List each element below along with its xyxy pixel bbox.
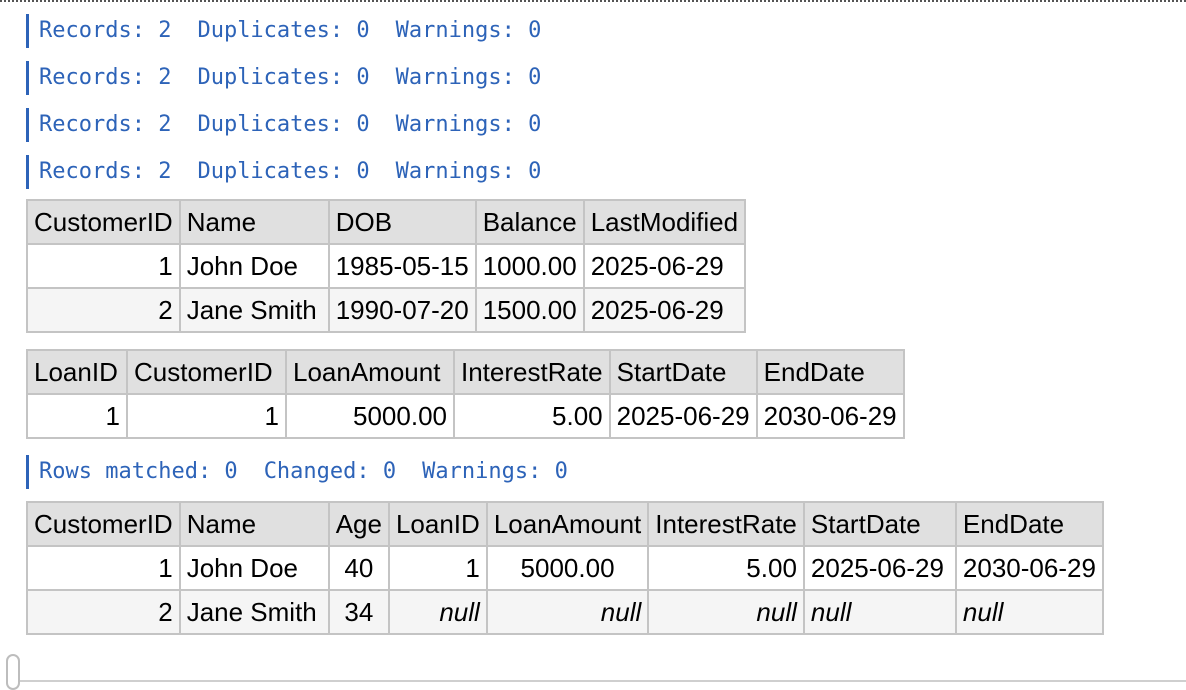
table-cell: null [802, 589, 957, 635]
table-cell: Jane Smith [178, 589, 330, 635]
table-cell: John Doe [178, 243, 330, 289]
changed-count: Changed: 0 [263, 459, 397, 484]
table-cell: 1 [26, 393, 128, 439]
duplicates-count: Duplicates: 0 [197, 112, 370, 137]
column-header: LastModified [582, 199, 747, 245]
resize-handle[interactable] [6, 654, 20, 690]
column-header: CustomerID [26, 501, 181, 547]
table-cell: null [485, 589, 650, 635]
warnings-count: Warnings: 0 [422, 459, 568, 484]
table-cell: 1 [126, 393, 287, 439]
status-message: Records: 2 Duplicates: 0 Warnings: 0 [26, 108, 1186, 142]
table-row: 1 John Doe 1985-05-15 1000.00 2025-06-29 [26, 243, 747, 289]
table-header-row: CustomerID Name DOB Balance LastModified [26, 199, 747, 245]
rows-matched-count: Rows matched: 0 [39, 459, 238, 484]
column-header: Name [178, 501, 330, 547]
table-cell: 1 [26, 545, 181, 591]
table-cell: 1990-07-20 [327, 287, 477, 333]
duplicates-count: Duplicates: 0 [197, 18, 370, 43]
table-header-row: LoanID CustomerID LoanAmount InterestRat… [26, 349, 905, 395]
records-count: Records: 2 [39, 65, 172, 90]
table-header-row: CustomerID Name Age LoanID LoanAmount In… [26, 501, 1104, 547]
table-row: 2 Jane Smith 1990-07-20 1500.00 2025-06-… [26, 287, 747, 333]
table-cell: Jane Smith [178, 287, 330, 333]
column-header: Balance [474, 199, 585, 245]
column-header: EndDate [954, 501, 1104, 547]
table-cell: 1500.00 [474, 287, 585, 333]
table-cell: John Doe [178, 545, 330, 591]
table-cell: 1985-05-15 [327, 243, 477, 289]
warnings-count: Warnings: 0 [395, 18, 542, 43]
table-cell: 5000.00 [485, 545, 650, 591]
table-cell: 1000.00 [474, 243, 585, 289]
column-header: Name [178, 199, 330, 245]
column-header: Age [327, 501, 390, 547]
column-header: LoanID [26, 349, 128, 395]
records-count: Records: 2 [39, 112, 172, 137]
table-cell: 5.00 [647, 545, 805, 591]
column-header: InterestRate [453, 349, 611, 395]
table-cell: 5.00 [453, 393, 611, 439]
top-dotted-border [0, 0, 1186, 5]
table-cell: 2025-06-29 [582, 243, 747, 289]
table-cell: 40 [327, 545, 390, 591]
table-row: 1 1 5000.00 5.00 2025-06-29 2030-06-29 [26, 393, 905, 439]
table-row: 1 John Doe 40 1 5000.00 5.00 2025-06-29 … [26, 545, 1104, 591]
customer-loans-result-table: CustomerID Name Age LoanID LoanAmount In… [26, 501, 1104, 635]
warnings-count: Warnings: 0 [395, 65, 542, 90]
status-message: Records: 2 Duplicates: 0 Warnings: 0 [26, 155, 1186, 189]
table-cell: 5000.00 [285, 393, 455, 439]
customers-result-table: CustomerID Name DOB Balance LastModified… [26, 199, 747, 333]
column-header: InterestRate [647, 501, 805, 547]
table-cell: 2025-06-29 [582, 287, 747, 333]
table-cell: 34 [327, 589, 390, 635]
table-cell: null [954, 589, 1104, 635]
table-cell: 2030-06-29 [954, 545, 1104, 591]
duplicates-count: Duplicates: 0 [197, 159, 370, 184]
table-cell: 2 [26, 589, 181, 635]
horizontal-scrollbar-track[interactable] [6, 654, 1186, 690]
column-header: LoanAmount [285, 349, 455, 395]
column-header: LoanAmount [485, 501, 650, 547]
warnings-count: Warnings: 0 [395, 159, 542, 184]
table-cell: 2030-06-29 [755, 393, 905, 439]
table-cell: null [647, 589, 805, 635]
column-header: StartDate [608, 349, 758, 395]
duplicates-count: Duplicates: 0 [197, 65, 370, 90]
records-count: Records: 2 [39, 18, 172, 43]
status-message: Records: 2 Duplicates: 0 Warnings: 0 [26, 61, 1186, 95]
column-header: LoanID [387, 501, 488, 547]
table-cell: 1 [26, 243, 181, 289]
table-cell: 2025-06-29 [802, 545, 957, 591]
table-cell: 2025-06-29 [608, 393, 758, 439]
loans-result-table: LoanID CustomerID LoanAmount InterestRat… [26, 349, 905, 439]
column-header: DOB [327, 199, 477, 245]
column-header: StartDate [802, 501, 957, 547]
warnings-count: Warnings: 0 [395, 112, 542, 137]
column-header: EndDate [755, 349, 905, 395]
table-cell: 2 [26, 287, 181, 333]
records-count: Records: 2 [39, 159, 172, 184]
update-status-message: Rows matched: 0 Changed: 0 Warnings: 0 [26, 455, 1186, 489]
column-header: CustomerID [126, 349, 287, 395]
table-row: 2 Jane Smith 34 null null null null null [26, 589, 1104, 635]
table-cell: 1 [387, 545, 488, 591]
table-cell: null [387, 589, 488, 635]
query-output-panel: Records: 2 Duplicates: 0 Warnings: 0 Recor… [26, 14, 1186, 651]
status-message: Records: 2 Duplicates: 0 Warnings: 0 [26, 14, 1186, 48]
column-header: CustomerID [26, 199, 181, 245]
